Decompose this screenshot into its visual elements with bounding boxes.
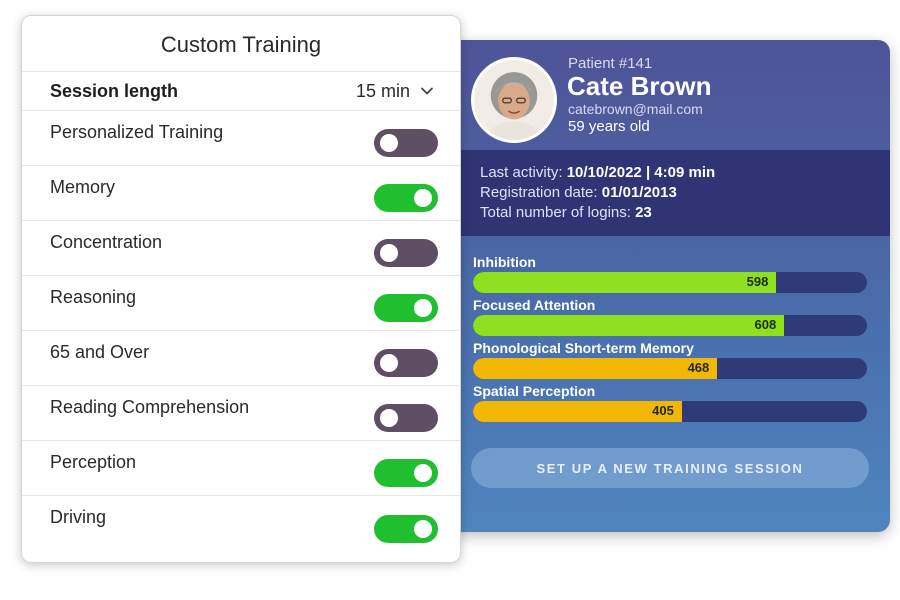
metric-fill: 608 <box>473 315 785 336</box>
driving-toggle[interactable] <box>374 514 438 543</box>
toggle-row-65-and-over: 65 and Over <box>22 331 460 386</box>
toggle-label: Concentration <box>50 231 163 252</box>
toggle-row-reasoning: Reasoning <box>22 276 460 331</box>
memory-toggle[interactable] <box>374 184 438 212</box>
metric-value: 405 <box>652 403 674 418</box>
toggle-knob <box>380 244 398 262</box>
toggle-knob <box>380 134 398 152</box>
toggle-label: Reading Comprehension <box>50 396 250 417</box>
toggle-knob <box>414 189 432 207</box>
reasoning-toggle[interactable] <box>374 294 438 322</box>
chevron-down-icon <box>421 87 433 95</box>
toggle-knob <box>414 464 432 482</box>
patient-email: catebrown@mail.com <box>568 101 703 117</box>
concentration-toggle[interactable] <box>374 239 438 267</box>
toggle-row-memory: Memory <box>22 166 460 221</box>
toggle-label: Personalized Training <box>50 121 224 142</box>
metric-focused-attention: Focused Attention 608 <box>473 297 869 336</box>
metric-track: 468 <box>473 358 867 379</box>
metric-label: Phonological Short-term Memory <box>473 340 694 356</box>
toggle-label: Memory <box>50 176 116 197</box>
patient-age: 59 years old <box>568 118 650 135</box>
toggle-knob <box>414 519 432 538</box>
metric-value: 598 <box>746 274 769 289</box>
metric-label: Inhibition <box>473 254 536 270</box>
patient-id: Patient #141 <box>568 55 653 72</box>
toggle-row-driving: Driving <box>22 496 460 551</box>
personalized-training-toggle[interactable] <box>374 129 438 157</box>
perception-toggle[interactable] <box>374 459 438 487</box>
custom-training-panel: Custom Training Session length 15 min Pe… <box>21 15 461 563</box>
metric-label: Focused Attention <box>473 297 596 313</box>
metric-inhibition: Inhibition 598 <box>473 254 869 293</box>
registration-date: Registration date: 01/01/2013 <box>480 184 677 201</box>
toggle-knob <box>414 299 432 317</box>
toggle-label: 65 and Over <box>50 341 150 362</box>
toggle-knob <box>380 409 398 427</box>
session-length-label: Session length <box>50 80 179 101</box>
65-and-over-toggle[interactable] <box>374 349 438 377</box>
metric-value: 608 <box>754 317 777 332</box>
activity-summary: Last activity: 10/10/2022 | 4:09 min Reg… <box>440 150 890 236</box>
toggle-row-concentration: Concentration <box>22 221 460 276</box>
metric-track: 598 <box>473 272 867 293</box>
toggle-row-perception: Perception <box>22 441 460 496</box>
metric-track: 608 <box>473 315 867 336</box>
toggle-label: Driving <box>50 507 107 527</box>
metric-fill: 468 <box>473 358 718 379</box>
patient-header: Patient #141 Cate Brown catebrown@mail.c… <box>440 40 890 150</box>
reading-comprehension-toggle[interactable] <box>374 404 438 432</box>
toggle-row-personalized-training: Personalized Training <box>22 111 460 166</box>
toggle-label: Reasoning <box>50 286 137 307</box>
metric-spatial-perception: Spatial Perception 405 <box>473 383 869 422</box>
avatar <box>471 57 557 143</box>
metric-value: 468 <box>687 360 710 375</box>
session-length-value: 15 min <box>355 80 410 101</box>
metric-label: Spatial Perception <box>473 383 596 399</box>
session-length-row: Session length 15 min <box>22 72 460 111</box>
patient-photo <box>474 60 554 140</box>
toggle-row-reading-comprehension: Reading Comprehension <box>22 386 460 441</box>
setup-training-session-button[interactable]: SET UP A NEW TRAINING SESSION <box>471 448 869 488</box>
metric-phonological-memory: Phonological Short-term Memory 468 <box>473 340 869 379</box>
patient-card: Patient #141 Cate Brown catebrown@mail.c… <box>440 40 890 532</box>
metric-fill: 598 <box>473 272 777 293</box>
last-activity: Last activity: 10/10/2022 | 4:09 min <box>480 164 716 181</box>
toggle-label: Perception <box>50 451 137 472</box>
metric-fill: 405 <box>473 401 682 422</box>
total-logins: Total number of logins: 23 <box>480 204 652 221</box>
session-length-select[interactable]: 15 min <box>356 81 434 102</box>
patient-name: Cate Brown <box>567 71 712 101</box>
toggle-knob <box>380 354 398 372</box>
metric-track: 405 <box>473 401 867 422</box>
panel-title: Custom Training <box>22 16 460 72</box>
